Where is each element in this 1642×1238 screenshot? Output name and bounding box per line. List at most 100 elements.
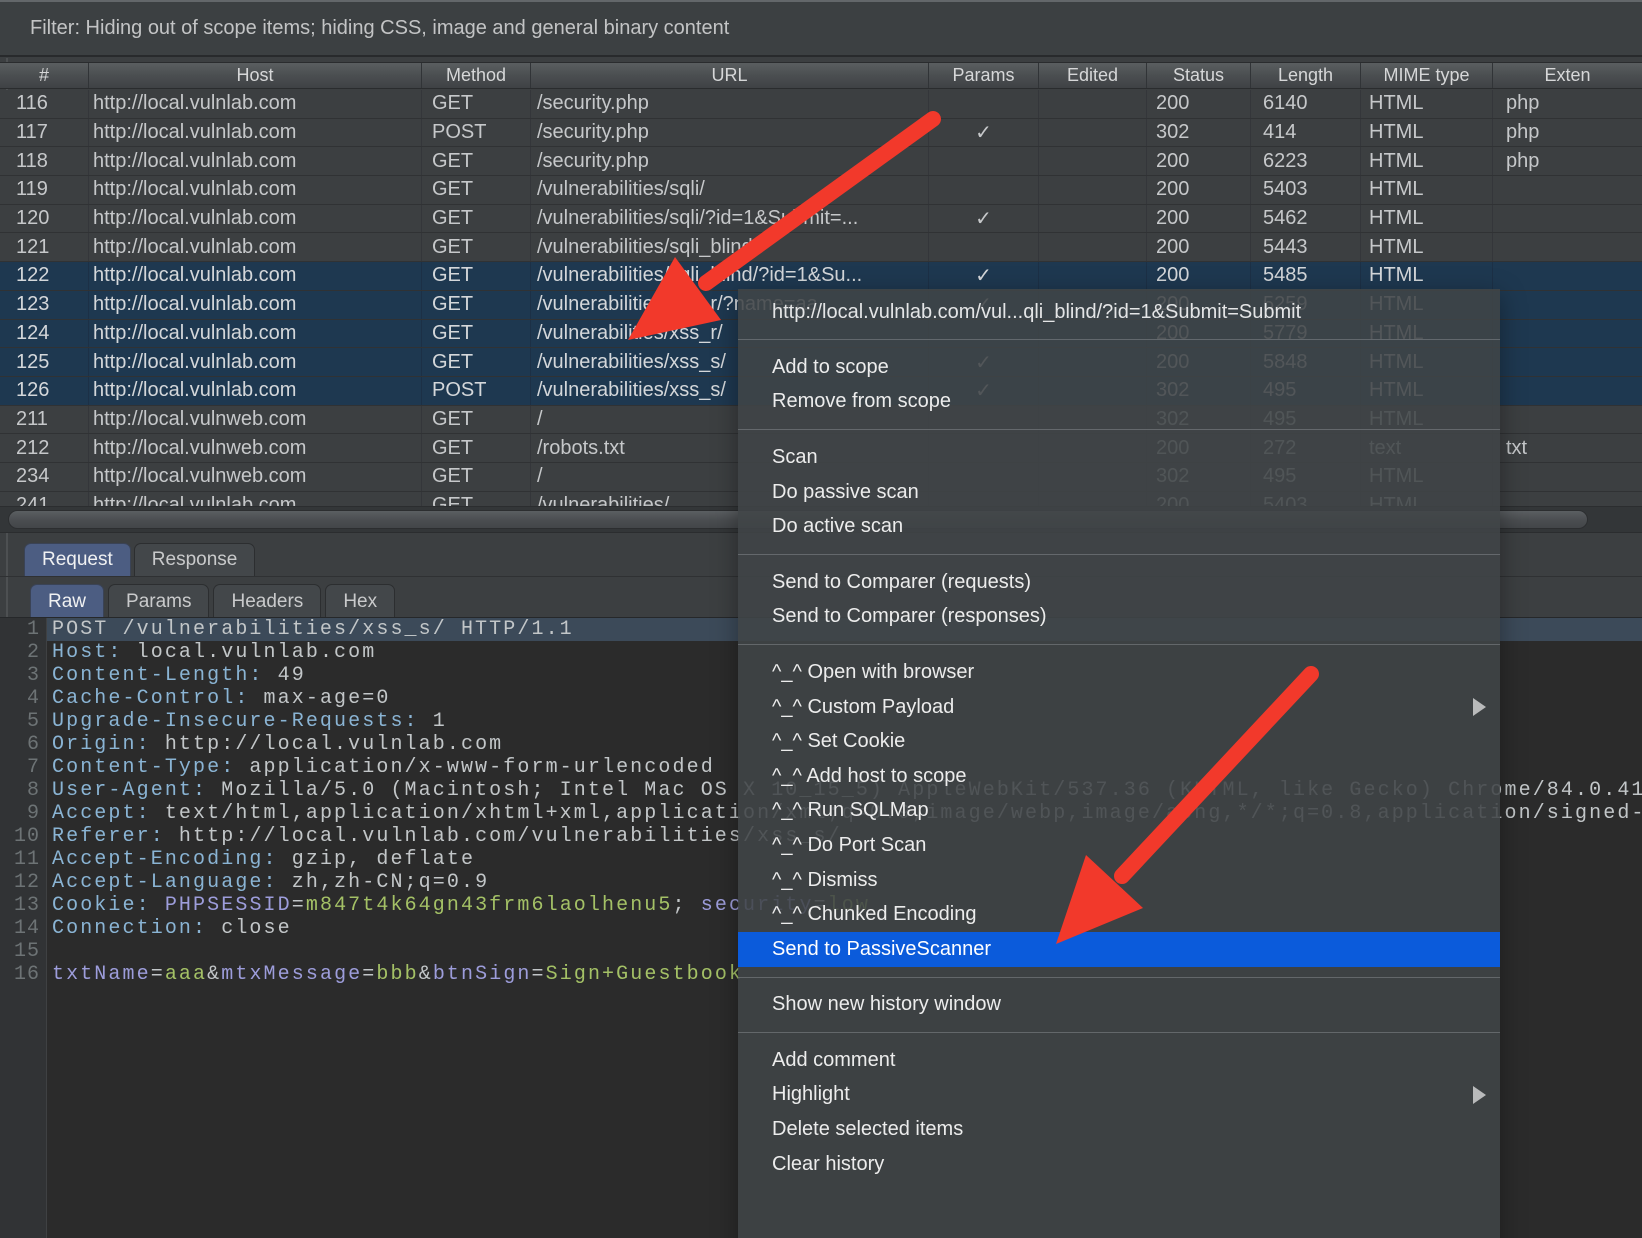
context-menu-item-clear-history[interactable]: Clear history <box>738 1147 1500 1182</box>
cell-method: GET <box>421 463 530 491</box>
column-header-exten[interactable]: Exten <box>1492 63 1642 88</box>
menu-item-label: Add comment <box>772 1049 895 1072</box>
column-header-mime-type[interactable]: MIME type <box>1360 63 1492 88</box>
context-menu-item-dismiss[interactable]: ^_^ Dismiss <box>738 863 1500 898</box>
column-header--[interactable]: # <box>0 63 88 88</box>
cell-host: http://local.vulnlab.com <box>88 377 421 405</box>
cell-method: POST <box>421 119 530 147</box>
context-menu-item-do-port-scan[interactable]: ^_^ Do Port Scan <box>738 828 1500 863</box>
cell-length: 5485 <box>1250 262 1360 290</box>
filter-bar-text: Filter: Hiding out of scope items; hidin… <box>30 17 729 40</box>
submenu-arrow-icon <box>1473 1086 1486 1104</box>
context-menu-item-send-to-comparer-responses[interactable]: Send to Comparer (responses) <box>738 600 1500 635</box>
table-row[interactable]: 118http://local.vulnlab.comGET/security.… <box>0 147 1642 176</box>
context-menu-item-scan[interactable]: Scan <box>738 440 1500 475</box>
context-menu-item-add-host-to-scope[interactable]: ^_^ Add host to scope <box>738 759 1500 794</box>
menu-item-label: ^_^ Do Port Scan <box>772 834 926 857</box>
menu-item-label: Do active scan <box>772 515 903 538</box>
request-line-2: Host: local.vulnlab.com <box>52 641 376 664</box>
cell-edited <box>1038 119 1146 147</box>
column-header-method[interactable]: Method <box>421 63 530 88</box>
tab-response[interactable]: Response <box>134 543 256 576</box>
cell-mime: HTML <box>1360 90 1492 118</box>
menu-separator <box>738 429 1500 430</box>
context-menu-item-delete-selected-items[interactable]: Delete selected items <box>738 1112 1500 1147</box>
cell-edited <box>1038 90 1146 118</box>
cell-num: 120 <box>0 205 88 233</box>
tab-hex[interactable]: Hex <box>325 584 395 618</box>
column-header-host[interactable]: Host <box>88 63 421 88</box>
table-row[interactable]: 121http://local.vulnlab.comGET/vulnerabi… <box>0 233 1642 262</box>
message-view-tabs: RawParamsHeadersHex <box>30 584 395 618</box>
column-header-params[interactable]: Params <box>928 63 1038 88</box>
table-row[interactable]: 119http://local.vulnlab.comGET/vulnerabi… <box>0 176 1642 205</box>
cell-status: 200 <box>1146 205 1250 233</box>
context-menu-item-show-new-history-window[interactable]: Show new history window <box>738 988 1500 1023</box>
menu-separator <box>738 339 1500 340</box>
column-header-length[interactable]: Length <box>1250 63 1360 88</box>
cell-host: http://local.vulnlab.com <box>88 233 421 261</box>
table-row[interactable]: 122http://local.vulnlab.comGET/vulnerabi… <box>0 262 1642 291</box>
cell-status: 302 <box>1146 119 1250 147</box>
menu-item-label: ^_^ Open with browser <box>772 661 974 684</box>
tab-raw[interactable]: Raw <box>30 584 104 618</box>
cell-mime: HTML <box>1360 176 1492 204</box>
filter-bar[interactable]: Filter: Hiding out of scope items; hidin… <box>0 0 1642 57</box>
context-menu-item-add-comment[interactable]: Add comment <box>738 1043 1500 1078</box>
menu-item-label: ^_^ Add host to scope <box>772 765 966 788</box>
submenu-arrow-icon <box>1473 698 1486 716</box>
cell-ext <box>1492 320 1642 348</box>
request-line-7: Content-Type: application/x-www-form-url… <box>52 756 715 779</box>
cell-length: 5403 <box>1250 176 1360 204</box>
context-menu-item-custom-payload[interactable]: ^_^ Custom Payload <box>738 690 1500 725</box>
burp-proxy-history-window: Filter: Hiding out of scope items; hidin… <box>0 0 1642 1238</box>
context-menu-item-set-cookie[interactable]: ^_^ Set Cookie <box>738 724 1500 759</box>
cell-host: http://local.vulnlab.com <box>88 205 421 233</box>
cell-method: GET <box>421 147 530 175</box>
context-menu-item-run-sqlmap[interactable]: ^_^ Run SQLMap <box>738 794 1500 829</box>
cell-mime: HTML <box>1360 233 1492 261</box>
cell-edited <box>1038 147 1146 175</box>
cell-status: 200 <box>1146 147 1250 175</box>
cell-ext: txt <box>1492 434 1642 462</box>
cell-host: http://local.vulnlab.com <box>88 119 421 147</box>
cell-method: GET <box>421 434 530 462</box>
context-menu-item-open-with-browser[interactable]: ^_^ Open with browser <box>738 655 1500 690</box>
cell-ext <box>1492 176 1642 204</box>
column-header-url[interactable]: URL <box>530 63 928 88</box>
cell-ext <box>1492 205 1642 233</box>
cell-num: 126 <box>0 377 88 405</box>
request-line-10: Referer: http://local.vulnlab.com/vulner… <box>52 825 842 848</box>
context-menu-item-remove-from-scope[interactable]: Remove from scope <box>738 385 1500 420</box>
context-menu-item-do-passive-scan[interactable]: Do passive scan <box>738 475 1500 510</box>
request-line-3: Content-Length: 49 <box>52 664 306 687</box>
cell-params <box>928 90 1038 118</box>
context-menu-item-chunked-encoding[interactable]: ^_^ Chunked Encoding <box>738 897 1500 932</box>
cell-status: 200 <box>1146 262 1250 290</box>
request-line-6: Origin: http://local.vulnlab.com <box>52 733 503 756</box>
cell-ext <box>1492 377 1642 405</box>
history-table-header: #HostMethodURLParamsEditedStatusLengthMI… <box>0 62 1642 89</box>
context-menu-item-send-to-passivescanner[interactable]: Send to PassiveScanner <box>738 932 1500 967</box>
column-header-status[interactable]: Status <box>1146 63 1250 88</box>
cell-status: 200 <box>1146 90 1250 118</box>
tab-headers[interactable]: Headers <box>213 584 321 618</box>
menu-item-label: Remove from scope <box>772 390 951 413</box>
table-row[interactable]: 120http://local.vulnlab.comGET/vulnerabi… <box>0 205 1642 234</box>
table-row[interactable]: 116http://local.vulnlab.comGET/security.… <box>0 90 1642 119</box>
tab-request[interactable]: Request <box>24 543 131 576</box>
table-row[interactable]: 117http://local.vulnlab.comPOST/security… <box>0 119 1642 148</box>
context-menu-item-highlight[interactable]: Highlight <box>738 1078 1500 1113</box>
request-line-14: Connection: close <box>52 917 292 940</box>
tab-params[interactable]: Params <box>108 584 209 618</box>
cell-num: 234 <box>0 463 88 491</box>
cell-mime: HTML <box>1360 205 1492 233</box>
context-menu-item-do-active-scan[interactable]: Do active scan <box>738 509 1500 544</box>
cell-num: 124 <box>0 320 88 348</box>
menu-item-label: Send to PassiveScanner <box>772 938 991 961</box>
cell-host: http://local.vulnlab.com <box>88 291 421 319</box>
context-menu-item-add-to-scope[interactable]: Add to scope <box>738 350 1500 385</box>
context-menu-title: http://local.vulnlab.com/vul...qli_blind… <box>738 289 1500 329</box>
column-header-edited[interactable]: Edited <box>1038 63 1146 88</box>
context-menu-item-send-to-comparer-requests[interactable]: Send to Comparer (requests) <box>738 565 1500 600</box>
